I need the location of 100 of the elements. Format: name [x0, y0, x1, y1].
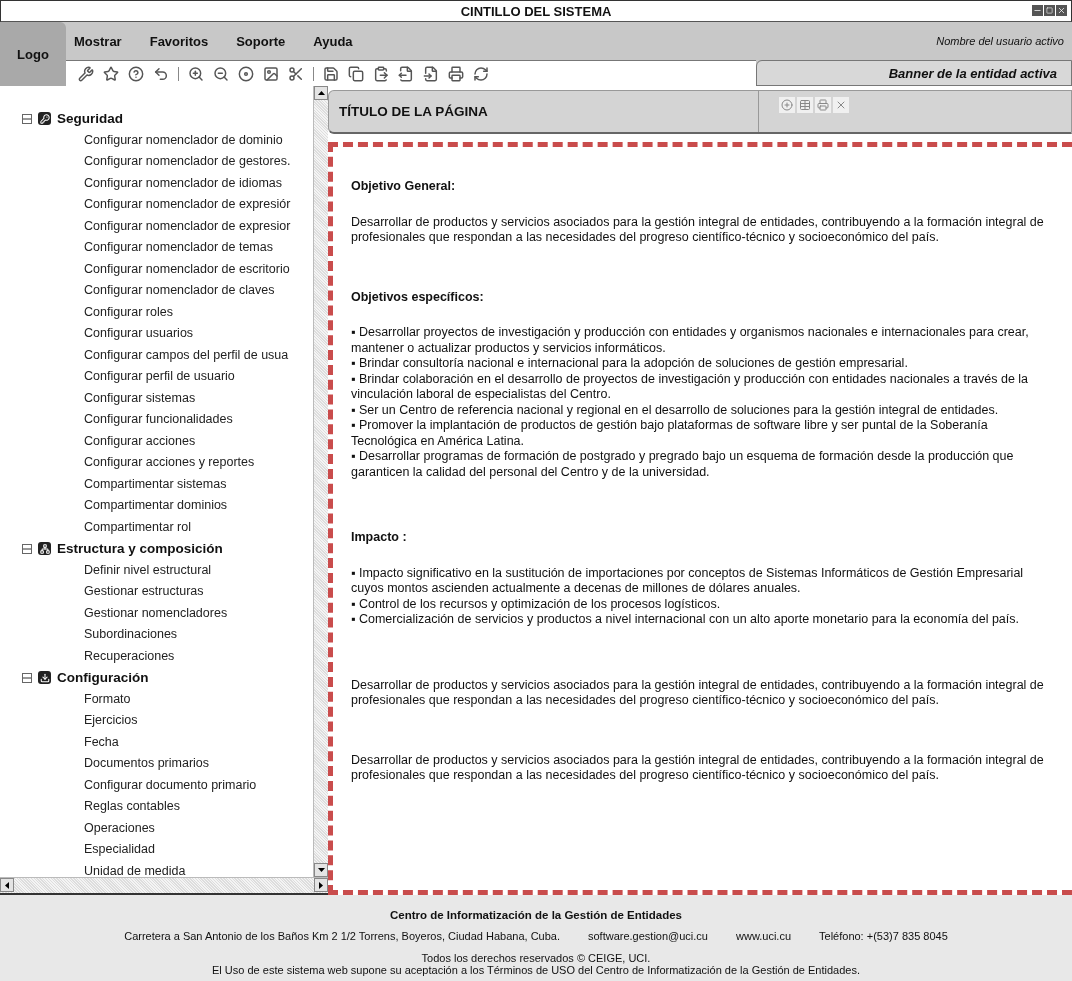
bullet-item: ▪ Ser un Centro de referencia nacional y regional en el desarrollo de soluciones para la gestión integral de entidades. — [351, 402, 1000, 418]
scroll-left-button[interactable] — [0, 878, 14, 892]
copy-icon[interactable] — [348, 65, 364, 82]
menu-item[interactable]: Favoritos — [149, 33, 209, 49]
network-icon — [38, 542, 51, 556]
file-in-icon[interactable] — [423, 65, 439, 82]
up-arrow-icon — [317, 91, 325, 95]
tree-item[interactable]: Documentos primarios — [22, 753, 313, 775]
minimize-button[interactable] — [1032, 5, 1043, 16]
print-icon[interactable] — [815, 97, 831, 113]
image-icon[interactable] — [263, 65, 279, 82]
page-title: TÍTULO DE LA PÁGINA — [329, 91, 759, 132]
tree-item[interactable]: Especialidad — [22, 839, 313, 861]
tree-section[interactable]: Seguridad — [57, 111, 123, 127]
phone-number: Teléfono: +(53)7 835 8045 — [819, 930, 948, 942]
tree-item[interactable]: Configurar documento primario — [22, 774, 313, 796]
section-heading: Objetivo General: — [351, 179, 457, 195]
file-out-icon[interactable] — [398, 65, 414, 82]
tree-item[interactable]: Configurar nomenclador de gestores. — [22, 151, 313, 173]
address: Carretera a San Antonio de los Baños Km 2 1/2 Torrens, Boyeros, Ciudad Habana, Cuba. — [124, 930, 560, 942]
tree-item[interactable]: Configurar roles — [22, 301, 313, 323]
section-heading: Impacto : — [351, 530, 408, 546]
tree-item[interactable]: Configurar usuarios — [22, 323, 313, 345]
maximize-icon — [1046, 7, 1053, 14]
tree-item[interactable]: Configurar nomenclador de expresior — [22, 215, 313, 237]
copyright-text: Todos los derechos reservados © CEIGE, UCI. — [421, 952, 651, 964]
menu-item[interactable]: Ayuda — [313, 33, 353, 49]
user-name: Nombre del usuario activo — [936, 35, 1064, 47]
refresh-icon[interactable] — [473, 65, 489, 82]
menu-item[interactable]: Soporte — [236, 33, 286, 49]
scroll-down-button[interactable] — [314, 863, 328, 877]
print-icon[interactable] — [448, 65, 464, 82]
scroll-right-button[interactable] — [314, 878, 328, 892]
bullet-item: ▪ Promover la implantación de productos de gestión bajo plataformas de software libre y ser puntal de la Soberanía Tecnológica en América Latina. — [351, 418, 989, 449]
section-heading: Objetivos específicos: — [351, 289, 485, 305]
tree-item[interactable]: Configurar nomenclador de expresiór — [22, 194, 313, 216]
tree-item[interactable]: Configurar nomenclador de dominio — [22, 129, 313, 151]
collapse-icon[interactable] — [22, 543, 32, 554]
bullet-item: ▪ Desarrollar programas de formación de postgrado y pregrado bajo un esquema de formación desde la producción que garanticen la calidad del personal del Centro y de la universidad. — [351, 449, 1015, 480]
zoom-in-icon[interactable] — [188, 65, 204, 82]
tree-section[interactable]: Configuración — [57, 670, 149, 686]
menu-item[interactable]: Mostrar — [74, 33, 122, 49]
tree-item[interactable]: Configurar nomenclador de escritorio — [22, 258, 313, 280]
bullet-item: ▪ Brindar consultoría nacional e internacional para la adopción de soluciones de gestión empresarial. — [351, 356, 909, 372]
tree-item[interactable]: Configurar acciones — [22, 430, 313, 452]
left-arrow-icon — [5, 881, 9, 889]
tree-item[interactable]: Configurar funcionalidades — [22, 409, 313, 431]
window-title: CINTILLO DEL SISTEMA — [460, 3, 612, 19]
tree-item[interactable]: Gestionar nomencladores — [22, 602, 313, 624]
save-icon[interactable] — [323, 65, 339, 82]
bullet-item: ▪ Control de los recursos y optimización de los procesos logísticos. — [351, 596, 722, 612]
tree-item[interactable]: Configurar acciones y reportes — [22, 452, 313, 474]
close-button[interactable] — [1056, 5, 1067, 16]
star-icon[interactable] — [103, 65, 119, 82]
collapse-icon[interactable] — [22, 672, 32, 683]
table-icon[interactable] — [797, 97, 813, 113]
tools-icon[interactable] — [78, 65, 94, 82]
paragraph: Desarrollar de productos y servicios asociados para la gestión integral de entidades, contribuyendo a la formación integral de profesionales que respondan a las necesidades del progreso científico-técnico y socioeconómico del país. — [351, 214, 1045, 246]
key-icon — [38, 112, 51, 126]
tree-section[interactable]: Estructura y composición — [57, 541, 223, 557]
scissors-icon[interactable] — [288, 65, 304, 82]
scroll-up-button[interactable] — [314, 86, 328, 100]
tree-item[interactable]: Recuperaciones — [22, 645, 313, 667]
zoom-out-icon[interactable] — [213, 65, 229, 82]
tree-item[interactable]: Configurar nomenclador de temas — [22, 237, 313, 259]
tree-item[interactable]: Unidad de medida — [22, 860, 313, 877]
tree-item[interactable]: Fecha — [22, 731, 313, 753]
paste-icon[interactable] — [373, 65, 389, 82]
terms-text: El Uso de este sistema web supone su aceptación a los Términos de USO del Centro de Informatización de la Gestión de Entidades. — [212, 964, 860, 976]
tree-item[interactable]: Configurar sistemas — [22, 387, 313, 409]
vertical-scrollbar[interactable] — [313, 86, 328, 877]
tree-item[interactable]: Compartimentar sistemas — [22, 473, 313, 495]
tree-item[interactable]: Configurar campos del perfil de usua — [22, 344, 313, 366]
tree-item[interactable]: Formato — [22, 688, 313, 710]
bullet-item: ▪ Impacto significativo en la sustitución de importaciones por conceptos de Sistemas Informáticos de Gestión Empresarial cuyos montos ascienden actualmente a decenas de millones de dólares anuales. — [351, 565, 1025, 597]
tree-item[interactable]: Subordinaciones — [22, 624, 313, 646]
tree-item[interactable]: Reglas contables — [22, 796, 313, 818]
close-icon[interactable] — [833, 97, 849, 113]
entity-banner: Banner de la entidad activa — [756, 60, 1072, 86]
tree-item[interactable]: Compartimentar dominios — [22, 495, 313, 517]
help-icon[interactable] — [128, 65, 144, 82]
undo-icon[interactable] — [153, 65, 169, 82]
horizontal-scrollbar[interactable] — [0, 877, 328, 895]
collapse-icon[interactable] — [22, 113, 32, 124]
tree-item[interactable]: Configurar nomenclador de claves — [22, 280, 313, 302]
right-arrow-icon — [319, 881, 323, 889]
tree-item[interactable]: Compartimentar rol — [22, 516, 313, 538]
bullet-item: ▪ Desarrollar proyectos de investigación y producción con entidades y organismos nacionales e internacionales para crear, mantener o actualizar productos y servicios informáticos. — [351, 325, 1030, 356]
tree-item[interactable]: Gestionar estructuras — [22, 581, 313, 603]
tree-item[interactable]: Ejercicios — [22, 710, 313, 732]
tree-item[interactable]: Definir nivel estructural — [22, 559, 313, 581]
close-icon — [1057, 6, 1066, 15]
logo: Logo — [0, 22, 66, 86]
tree-item[interactable]: Configurar perfil de usuario — [22, 366, 313, 388]
tree-item[interactable]: Operaciones — [22, 817, 313, 839]
disc-icon[interactable] — [238, 65, 254, 82]
tree-item[interactable]: Configurar nomenclador de idiomas — [22, 172, 313, 194]
paragraph: Desarrollar de productos y servicios asociados para la gestión integral de entidades, contribuyendo a la formación integral de profesionales que respondan a las necesidades del progreso científico-técnico y socioeconómico del país. — [351, 752, 1045, 784]
email-link[interactable]: software.gestion@uci.cu — [588, 930, 708, 942]
website-link[interactable]: www.uci.cu — [736, 930, 792, 942]
